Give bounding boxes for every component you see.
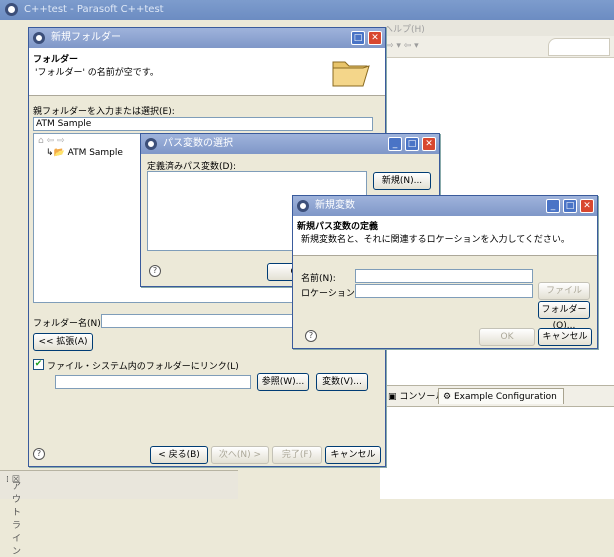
- browse-button[interactable]: 参照(W)...: [257, 373, 309, 391]
- background-toolbar: ⇨ ▾ ⇦ ▾: [380, 36, 614, 58]
- dialog-logo-icon: [145, 138, 157, 150]
- parasoft-logo-icon: [5, 3, 18, 16]
- maximize-button[interactable]: □: [563, 199, 577, 213]
- minimize-button[interactable]: _: [546, 199, 560, 213]
- advanced-button[interactable]: << 拡張(A): [33, 333, 93, 351]
- background-menu-bar: ヘルプ(H): [380, 20, 614, 36]
- nav-arrows[interactable]: ⇨ ▾ ⇦ ▾: [386, 41, 419, 51]
- console-area: [380, 407, 614, 499]
- folder-icon: [332, 61, 370, 87]
- maximize-button[interactable]: □: [405, 137, 419, 151]
- link-checkbox[interactable]: ✔: [33, 359, 44, 370]
- parent-folder-input[interactable]: ATM Sample: [33, 117, 373, 131]
- close-button[interactable]: ✕: [580, 199, 594, 213]
- folder-button[interactable]: フォルダー(O)...: [538, 301, 590, 331]
- app-title: C++test - Parasoft C++test: [24, 4, 164, 15]
- dialog-logo-icon: [33, 32, 45, 44]
- menu-help[interactable]: ヘルプ(H): [384, 22, 425, 35]
- folder-name-label: フォルダー名(N):: [33, 319, 104, 329]
- new-variable-title: 新規変数: [315, 200, 355, 211]
- tree-item-atm-sample[interactable]: ↳📂 ATM Sample: [46, 148, 123, 158]
- console-icon: ▣: [388, 392, 400, 402]
- new-variable-dialog: 新規変数 _ □ ✕ 新規パス変数の定義 新規変数名と、それに関連するロケーショ…: [292, 195, 598, 349]
- help-icon[interactable]: ?: [149, 265, 161, 277]
- cancel-button[interactable]: キャンセル: [325, 446, 381, 464]
- perspective-switcher[interactable]: [548, 38, 610, 56]
- help-icon[interactable]: ?: [305, 330, 317, 342]
- new-folder-titlebar: 新規フォルダー □ ✕: [29, 28, 385, 48]
- new-variable-description: 新規変数名と、それに関連するロケーションを入力してください。: [301, 235, 570, 245]
- outline-tab-bar: ⁞ アウトライン ☒: [0, 470, 238, 557]
- parent-folder-label: 親フォルダーを入力または選択(E):: [33, 107, 175, 117]
- console-tab-bar: ▣ コンソール ☒ ⚙ Example Configuration ...: [380, 385, 614, 418]
- cancel-button[interactable]: キャンセル: [538, 328, 592, 346]
- name-input[interactable]: [355, 269, 533, 283]
- project-icon: ↳📂: [46, 148, 68, 158]
- ok-button[interactable]: OK: [479, 328, 535, 346]
- new-folder-message: 'フォルダー' の名前が空です。: [35, 68, 159, 78]
- path-variable-title: パス変数の選択: [163, 138, 233, 149]
- tab-example-configuration[interactable]: ⚙ Example Configuration ...: [438, 388, 564, 418]
- next-button[interactable]: 次へ(N) >: [211, 446, 269, 464]
- finish-button[interactable]: 完了(F): [272, 446, 322, 464]
- help-icon[interactable]: ?: [33, 448, 45, 460]
- path-variable-titlebar: パス変数の選択 _ □ ✕: [141, 134, 439, 154]
- name-label: 名前(N):: [301, 274, 336, 284]
- tree-toolbar-icons: ⌂ ⇦ ⇨: [38, 136, 65, 146]
- maximize-button[interactable]: □: [351, 31, 365, 45]
- new-variable-header: 新規パス変数の定義 新規変数名と、それに関連するロケーションを入力してください。: [293, 216, 597, 256]
- file-button[interactable]: ファイル(E)...: [538, 282, 590, 312]
- location-input[interactable]: [355, 284, 533, 298]
- back-button[interactable]: < 戻る(B): [150, 446, 208, 464]
- new-variable-heading: 新規パス変数の定義: [297, 222, 379, 232]
- new-folder-header: フォルダー 'フォルダー' の名前が空です。: [29, 48, 385, 96]
- link-location-input[interactable]: [55, 375, 251, 389]
- new-folder-heading: フォルダー: [33, 55, 79, 65]
- new-variable-button[interactable]: 新規(N)...: [373, 172, 431, 190]
- dialog-logo-icon: [297, 200, 309, 212]
- app-title-bar: C++test - Parasoft C++test: [0, 0, 614, 20]
- variables-button[interactable]: 変数(V)...: [316, 373, 368, 391]
- new-variable-titlebar: 新規変数 _ □ ✕: [293, 196, 597, 216]
- link-checkbox-label: ファイル・システム内のフォルダーにリンク(L): [47, 362, 239, 372]
- close-button[interactable]: ✕: [422, 137, 436, 151]
- new-folder-title: 新規フォルダー: [51, 32, 121, 43]
- close-button[interactable]: ✕: [368, 31, 382, 45]
- tab-outline[interactable]: ⁞ アウトライン ☒: [6, 475, 21, 557]
- minimize-button[interactable]: _: [388, 137, 402, 151]
- config-icon: ⚙: [443, 392, 454, 402]
